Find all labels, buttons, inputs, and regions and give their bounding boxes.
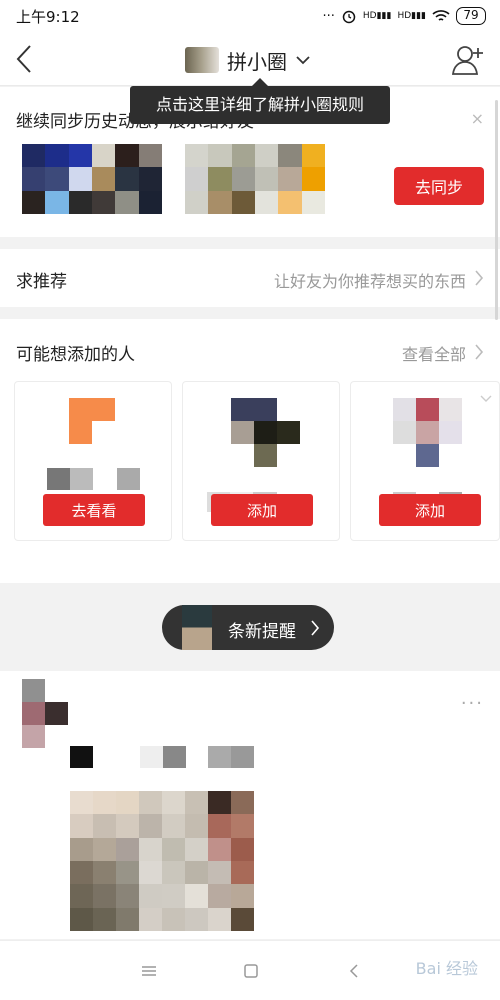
sync-image-2 [185,144,325,214]
signal-label-2: HD [397,10,412,21]
back-icon[interactable] [344,961,366,981]
add-user-icon[interactable] [450,42,486,78]
person-avatar [231,398,277,421]
person-card[interactable]: 添加 [350,381,500,541]
signal-label: HD [362,10,377,21]
status-time: 上午9:12 [16,8,80,26]
suggested-people-section: 可能想添加的人 查看全部 去看看 添加 添加 [0,319,500,583]
rules-tooltip[interactable]: 点击这里详细了解拼小圈规则 [130,78,390,124]
post-username [70,746,93,768]
new-reminders-pill[interactable]: 条新提醒 [162,605,334,650]
chevron-down-icon [480,395,492,402]
top-header: 拼小圈 [0,32,500,86]
more-dots-icon: ··· [322,8,335,24]
circle-avatar [185,47,219,73]
more-options-icon[interactable]: ··· [461,693,484,714]
scrollbar[interactable] [495,100,498,320]
sync-button[interactable]: 去同步 [394,167,484,205]
wifi-icon [432,10,450,21]
circle-selector[interactable]: 拼小圈 [185,44,311,76]
status-icons: ··· HD▮▮▮ HD▮▮▮ 79 [322,5,486,27]
baidu-watermark: Bai 经验 [415,959,478,978]
home-icon[interactable] [240,961,262,981]
recommend-subtitle: 让好友为你推荐想买的东西 [273,272,466,291]
post-avatar[interactable] [22,679,45,702]
alarm-icon [342,10,356,24]
chevron-right-icon [475,344,484,360]
view-all-link[interactable]: 查看全部 [402,341,466,365]
status-bar: 上午9:12 ··· HD▮▮▮ HD▮▮▮ 79 [0,0,500,32]
page-title: 拼小圈 [227,49,287,74]
signal-icon: HD▮▮▮ [362,10,392,21]
suggested-people-title: 可能想添加的人 [16,345,135,365]
person-card[interactable]: 去看看 [14,381,172,541]
post-image[interactable] [70,791,254,931]
close-icon[interactable]: × [471,109,484,128]
system-nav-bar: Bai 经验 [0,940,500,1000]
battery-indicator: 79 [456,7,486,25]
menu-icon[interactable] [138,961,160,981]
signal-icon-2: HD▮▮▮ [397,10,426,21]
add-person-button[interactable]: 添加 [379,494,481,526]
recommend-row[interactable]: 求推荐 让好友为你推荐想买的东西 [0,249,500,307]
chevron-right-icon [311,620,320,636]
chevron-down-icon [296,56,310,65]
person-avatar [393,398,416,421]
add-person-button[interactable]: 添加 [211,494,313,526]
reminder-avatar [182,605,212,650]
view-person-button[interactable]: 去看看 [43,494,145,526]
back-arrow-icon[interactable] [10,42,40,76]
feed-post: ··· [0,671,500,939]
recommend-title: 求推荐 [16,272,67,292]
chevron-right-icon [475,270,484,286]
person-card[interactable]: 添加 [182,381,340,541]
person-name [47,468,117,490]
sync-image-1 [22,144,162,214]
reminder-text: 条新提醒 [228,622,296,642]
